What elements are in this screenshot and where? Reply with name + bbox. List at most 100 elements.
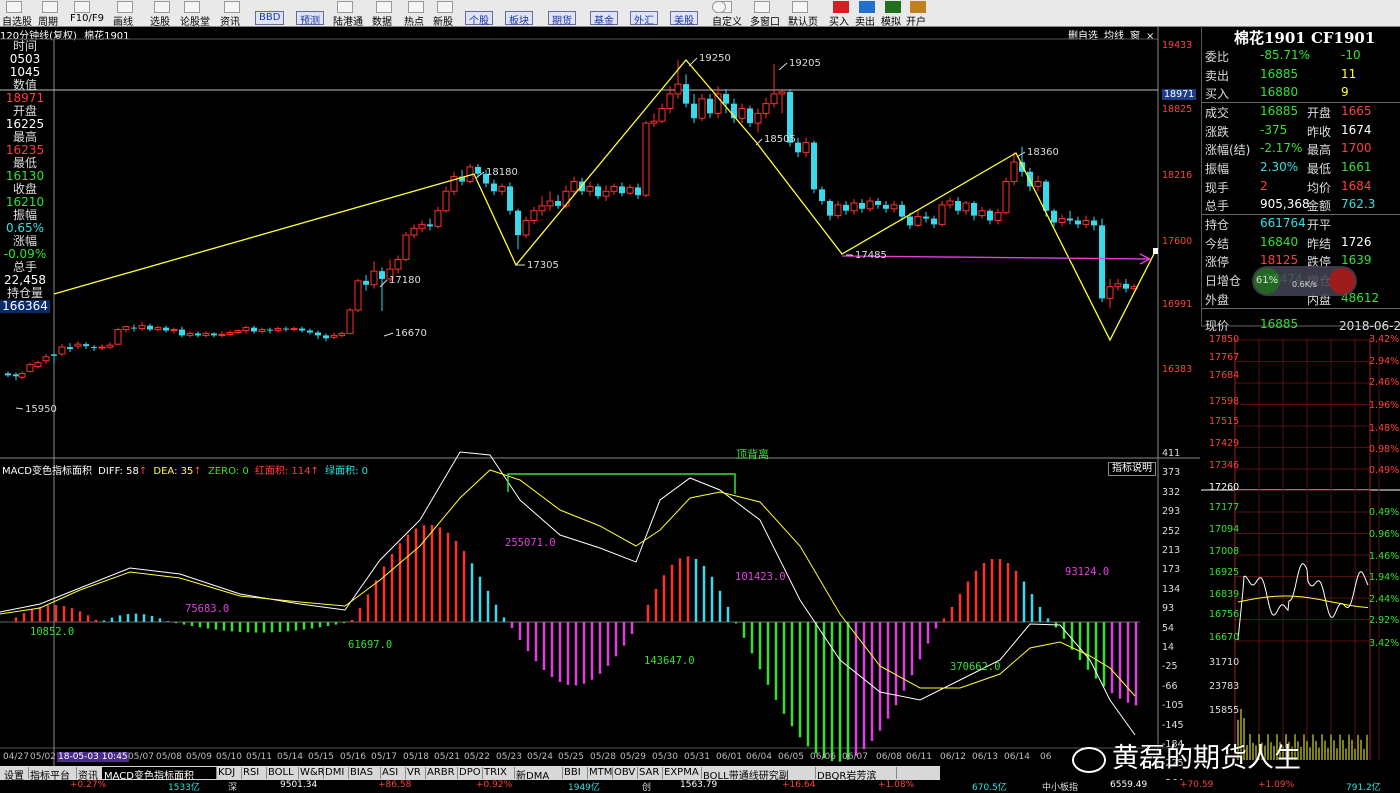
intraday-price-tick: 17598 [1209, 396, 1240, 407]
quote-row: 买入 16880 9 [1202, 85, 1400, 103]
indicator-tab[interactable]: BBI [562, 767, 588, 779]
candle-body [346, 309, 354, 334]
watermark-text: 黄磊的期货人生 [1112, 743, 1301, 774]
candle-body [1043, 181, 1049, 211]
candle-body [1075, 220, 1081, 225]
index-value: 1563.79 [680, 780, 718, 790]
indicator-help-button[interactable]: 指标说明 [1108, 462, 1156, 476]
candle-body [938, 204, 946, 225]
candle-body [987, 210, 993, 221]
indicator-tab[interactable]: KDJ [216, 767, 242, 779]
candle-body [658, 108, 666, 122]
indicator-tab[interactable]: OBV [612, 767, 638, 779]
index-value: 6559.49 [1110, 780, 1148, 790]
candle-body [274, 328, 282, 332]
quote-value: 1700 [1341, 141, 1372, 155]
indicator-tab[interactable]: BOLL带通线研究副 [701, 767, 816, 782]
candle-body [5, 373, 11, 376]
annotation-leader [755, 138, 763, 146]
quote-label: 均价 [1307, 181, 1332, 195]
intraday-price-tick: 17767 [1209, 352, 1240, 363]
candle-body [530, 210, 538, 221]
price-tick: 18216 [1162, 170, 1193, 181]
candle-body [778, 91, 786, 95]
indicator-tab[interactable]: DPO [457, 767, 483, 779]
candle-body [907, 216, 913, 226]
candle-body [738, 108, 746, 119]
indicator-tab[interactable]: 资讯 [76, 767, 103, 782]
price-annotation: 17180 [389, 275, 421, 286]
candle-body [442, 190, 450, 212]
indicator-tab[interactable]: SAR [637, 767, 663, 779]
index-value: 1949亿 [568, 783, 600, 793]
candle-body [619, 186, 625, 194]
candle-body [914, 216, 922, 226]
indicator-tab[interactable]: EXPMA [662, 767, 702, 779]
indicator-tab[interactable]: 新DMA [514, 767, 563, 782]
candle-body [723, 93, 729, 104]
macd-tick: 14 [1162, 642, 1175, 653]
quote-value: -10 [1341, 48, 1361, 62]
indicator-tab[interactable]: DMI [323, 767, 349, 779]
indicator-tab[interactable]: MACD变色指标面积 [102, 767, 217, 782]
price-tick: 18825 [1162, 104, 1193, 115]
candle-body [363, 280, 369, 285]
indicator-tab[interactable]: VR [405, 767, 426, 779]
quote-value: 1639 [1341, 253, 1372, 267]
price-annotation: 15950 [25, 404, 57, 415]
indicator-tab[interactable]: BOLL [266, 767, 299, 779]
indicator-tab[interactable]: RSI [241, 767, 267, 779]
indicator-tab[interactable]: DBQR岩芳滨 [815, 767, 897, 782]
indicator-tab[interactable]: TRIX [482, 767, 515, 779]
price-annotation: 17485 [855, 250, 887, 261]
macd-zero: ZERO: 0 [207, 466, 249, 477]
macd-dea: DEA: 35 [153, 466, 194, 477]
intraday-pct-tick: 1.96% [1369, 400, 1400, 411]
annotation-leader [15, 407, 24, 410]
macd-header: MACD变色指标面积 DIFF: 58↑ DEA: 35↑ ZERO: 0 红面… [2, 466, 369, 477]
intraday-pct-tick: 3.42% [1369, 334, 1400, 345]
candle-body [83, 344, 89, 347]
intraday-price-tick: 17346 [1209, 460, 1240, 471]
macd-tick: 293 [1162, 506, 1181, 518]
quote-row: 总手 905,368 金额 762.3 [1202, 197, 1400, 215]
candle-body [923, 216, 929, 219]
quote-value: 16885 [1260, 317, 1299, 331]
intraday-pct-tick: 2.92% [1369, 615, 1400, 626]
candle-body [170, 329, 178, 332]
quote-label: 最低 [1307, 162, 1332, 176]
annotation-leader [688, 57, 698, 67]
indicator-tab[interactable]: 指标平台 [28, 767, 77, 782]
candle-body [642, 122, 650, 196]
indicator-tab[interactable]: ASI [380, 767, 406, 779]
watermark: 黄磊的期货人生 [1072, 736, 1301, 775]
index-value: +70.59 [1180, 780, 1214, 790]
candle-body [370, 270, 378, 286]
indicator-tab[interactable]: MTM [587, 767, 613, 779]
candle-body [1002, 181, 1010, 214]
candle-body [242, 327, 250, 332]
indicator-tab[interactable]: ARBR [425, 767, 458, 779]
price-tick: 19433 [1162, 40, 1193, 51]
intraday-chart[interactable]: 17850 17767 17684 17598 17515 17429 17346 17260… [1201, 330, 1400, 766]
intraday-price-tick: 17429 [1209, 438, 1240, 449]
candle-body [978, 210, 986, 217]
candle-body [635, 187, 641, 196]
indicator-tab[interactable]: BIAS [348, 767, 381, 779]
candle-body [1099, 225, 1105, 299]
macd-diff-line [0, 451, 1136, 736]
quote-label: 持仓 [1205, 218, 1230, 232]
candle-body [251, 327, 257, 332]
price-annotation: 16670 [395, 328, 427, 339]
price-axis: 19433 18971 18825 18216 17600 16991 16383 411 37… [1158, 26, 1200, 789]
indicator-tab[interactable]: 设置 [2, 767, 29, 782]
candle-body [962, 202, 970, 212]
indicator-tab[interactable]: W&R [298, 767, 325, 779]
macd-area-label: 370662.0 [950, 661, 1001, 673]
candle-body [179, 329, 185, 336]
candle-body [747, 108, 753, 124]
macd-area-label: 93124.0 [1065, 566, 1109, 578]
price-annotation: 19250 [699, 53, 731, 64]
annotation-leader [379, 279, 388, 288]
price-annotation: 18505 [764, 134, 796, 145]
